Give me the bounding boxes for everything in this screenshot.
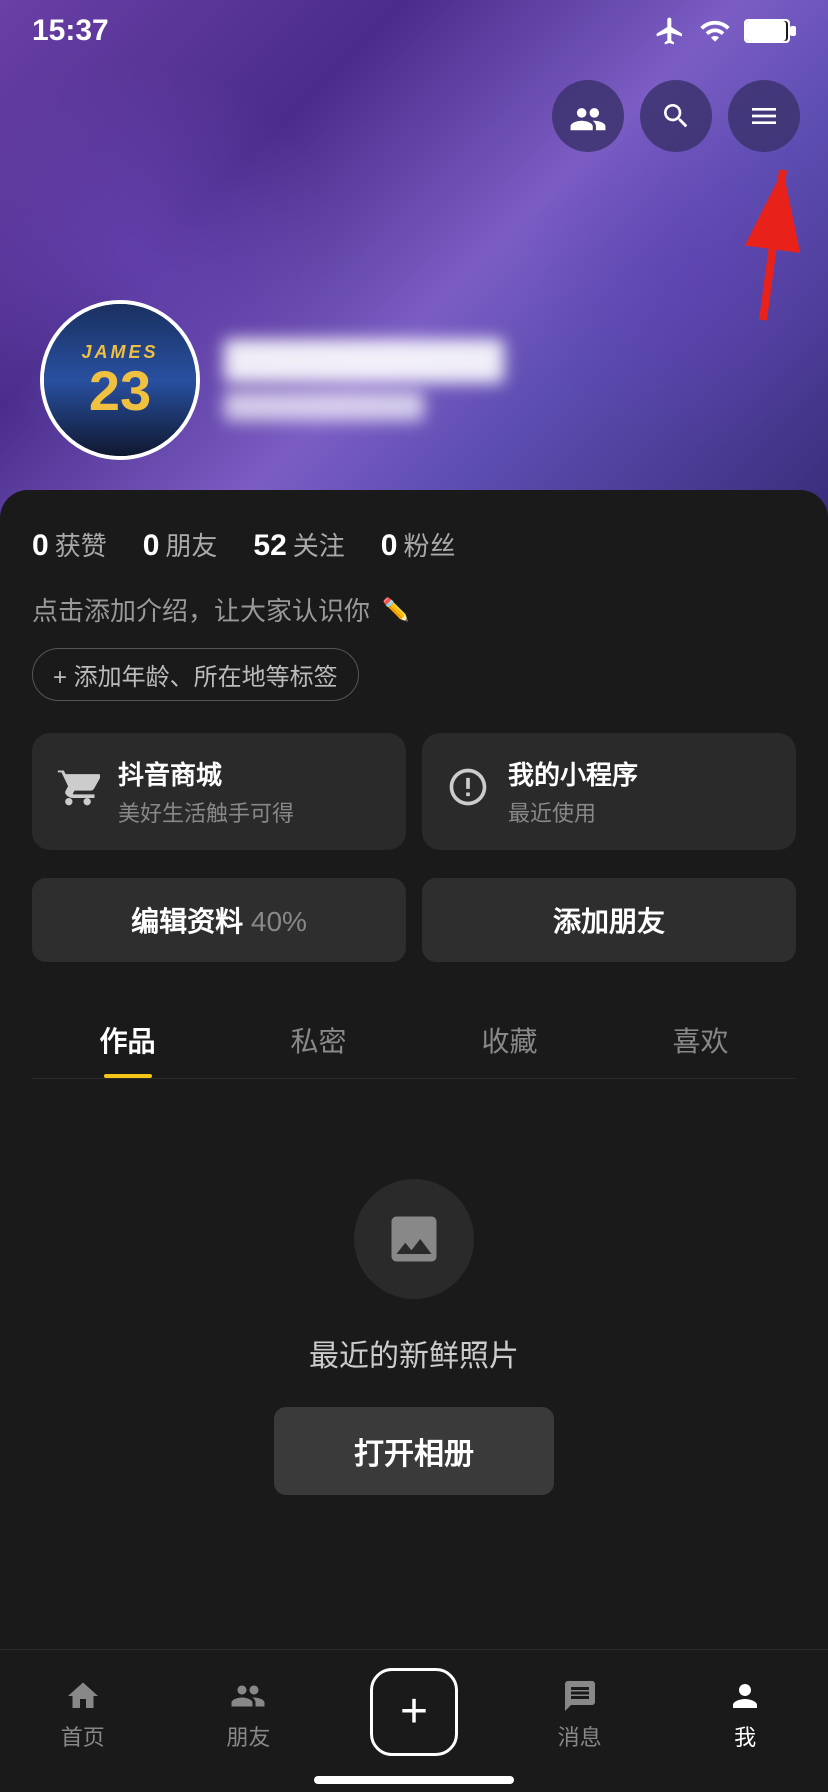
empty-state: 最近的新鲜照片 打开相册 xyxy=(32,1079,796,1555)
mini-program-card[interactable]: 我的小程序 最近使用 xyxy=(422,733,796,850)
tab-liked-label: 喜欢 xyxy=(672,1026,728,1057)
profile-section: 0 获赞 0 朋友 52 关注 0 粉丝 点击添加介绍，让大家认识你 ✏️ + … xyxy=(0,490,828,1790)
miniapp-icon xyxy=(446,765,490,819)
stat-likes[interactable]: 0 获赞 xyxy=(32,526,107,563)
nav-create[interactable]: + xyxy=(331,1668,497,1762)
nav-friends[interactable]: 朋友 xyxy=(166,1678,332,1752)
tab-private-label: 私密 xyxy=(290,1026,346,1057)
stat-following[interactable]: 52 关注 xyxy=(253,526,344,563)
action-buttons-row: 编辑资料 40% 添加朋友 xyxy=(32,878,796,962)
home-indicator xyxy=(314,1776,514,1784)
add-tag-button[interactable]: + 添加年龄、所在地等标签 xyxy=(32,648,359,701)
friends-icon-btn[interactable] xyxy=(552,80,624,152)
stat-fans-num: 0 xyxy=(381,529,398,563)
miniapp-subtitle: 最近使用 xyxy=(508,796,638,828)
content-tabs: 作品 私密 收藏 喜欢 xyxy=(32,998,796,1079)
stat-fans[interactable]: 0 粉丝 xyxy=(381,526,456,563)
nav-messages[interactable]: 消息 xyxy=(497,1678,663,1752)
tab-collection-label: 收藏 xyxy=(481,1026,537,1057)
stat-friends-num: 0 xyxy=(143,529,160,563)
open-album-label: 打开相册 xyxy=(354,1438,474,1471)
edit-profile-button[interactable]: 编辑资料 40% xyxy=(32,878,406,962)
shop-subtitle: 美好生活触手可得 xyxy=(118,796,294,828)
bio-line[interactable]: 点击添加介绍，让大家认识你 ✏️ xyxy=(32,591,796,628)
menu-icon-btn[interactable] xyxy=(728,80,800,152)
stats-row: 0 获赞 0 朋友 52 关注 0 粉丝 xyxy=(32,526,796,563)
top-icons xyxy=(552,80,800,152)
stat-friends[interactable]: 0 朋友 xyxy=(143,526,218,563)
empty-photo-icon xyxy=(354,1179,474,1299)
username-blurred xyxy=(224,339,504,421)
avatar[interactable]: JAMES 23 xyxy=(40,300,200,460)
stat-fans-label: 粉丝 xyxy=(403,526,455,563)
nav-me[interactable]: 我 xyxy=(662,1678,828,1752)
tab-collection[interactable]: 收藏 xyxy=(414,998,605,1078)
cart-icon xyxy=(56,765,100,819)
miniapp-title: 我的小程序 xyxy=(508,755,638,792)
battery-icon xyxy=(744,17,796,45)
tab-private[interactable]: 私密 xyxy=(223,998,414,1078)
stat-following-label: 关注 xyxy=(293,526,345,563)
stat-friends-label: 朋友 xyxy=(165,526,217,563)
add-friend-button[interactable]: 添加朋友 xyxy=(422,878,796,962)
status-icons xyxy=(654,15,796,47)
stat-likes-label: 获赞 xyxy=(55,526,107,563)
search-icon-btn[interactable] xyxy=(640,80,712,152)
nav-friends-label: 朋友 xyxy=(226,1720,270,1752)
tab-works[interactable]: 作品 xyxy=(32,998,223,1078)
shop-title: 抖音商城 xyxy=(118,755,294,792)
wifi-icon xyxy=(698,15,732,47)
nav-home[interactable]: 首页 xyxy=(0,1678,166,1752)
create-plus-button[interactable]: + xyxy=(370,1668,458,1756)
open-album-button[interactable]: 打开相册 xyxy=(274,1407,554,1495)
tag-btn-label: + 添加年龄、所在地等标签 xyxy=(53,657,338,692)
bottom-nav: 首页 朋友 + 消息 我 xyxy=(0,1649,828,1792)
douyin-shop-card[interactable]: 抖音商城 美好生活触手可得 xyxy=(32,733,406,850)
status-time: 15:37 xyxy=(32,14,109,48)
edit-profile-pct: 40% xyxy=(243,906,307,937)
feature-cards-row: 抖音商城 美好生活触手可得 我的小程序 最近使用 xyxy=(32,733,796,850)
empty-state-title: 最近的新鲜照片 xyxy=(309,1331,519,1375)
nav-home-label: 首页 xyxy=(61,1720,105,1752)
avatar-area: JAMES 23 xyxy=(40,300,504,460)
stat-likes-num: 0 xyxy=(32,529,49,563)
edit-profile-label: 编辑资料 xyxy=(131,906,243,937)
edit-bio-icon[interactable]: ✏️ xyxy=(382,597,409,623)
airplane-icon xyxy=(654,15,686,47)
tab-liked[interactable]: 喜欢 xyxy=(605,998,796,1078)
bio-text: 点击添加介绍，让大家认识你 xyxy=(32,591,370,628)
tab-works-label: 作品 xyxy=(99,1026,155,1057)
status-bar: 15:37 xyxy=(0,0,828,56)
nav-me-label: 我 xyxy=(734,1720,756,1752)
jersey-number: 23 xyxy=(89,363,151,419)
nav-messages-label: 消息 xyxy=(558,1720,602,1752)
add-friend-label: 添加朋友 xyxy=(553,906,665,937)
stat-following-num: 52 xyxy=(253,529,286,563)
